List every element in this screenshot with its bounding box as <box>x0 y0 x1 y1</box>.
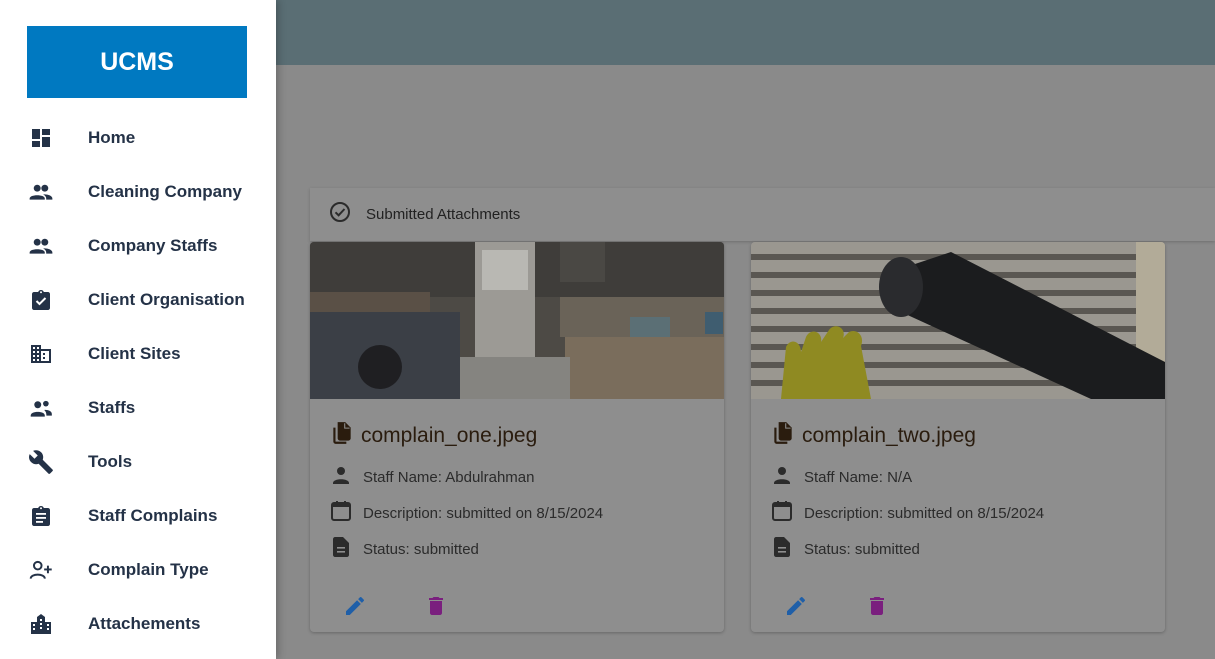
file-copy-icon <box>770 420 796 452</box>
dashboard-icon <box>28 125 54 151</box>
city-icon <box>28 611 54 637</box>
document-icon <box>329 535 353 563</box>
file-name: complain_two.jpeg <box>802 424 976 447</box>
staff-name-row: Staff Name: N/A <box>770 463 912 491</box>
card-actions <box>781 593 892 623</box>
person-icon <box>329 463 353 491</box>
delete-button[interactable] <box>862 593 892 623</box>
trash-icon <box>865 594 889 623</box>
person-icon <box>770 463 794 491</box>
sidebar-item-label: Staff Complains <box>88 506 218 525</box>
people-icon <box>28 179 54 205</box>
sidebar-item-staff-complains[interactable]: Staff Complains <box>0 489 276 543</box>
sidebar-item-home[interactable]: Home <box>0 111 276 165</box>
file-copy-icon <box>329 420 355 452</box>
sidebar-item-label: Tools <box>88 452 133 471</box>
kitchen-photo[interactable] <box>310 242 724 399</box>
card-actions <box>340 593 451 623</box>
clipboard-icon <box>28 503 54 529</box>
calendar-icon <box>770 499 794 527</box>
vent-cleaning-photo[interactable] <box>751 242 1165 399</box>
assignment-check-icon <box>28 287 54 313</box>
description-row: Description: submitted on 8/15/2024 <box>329 499 603 527</box>
status-row: Status: submitted <box>770 535 920 563</box>
sidebar-nav: Home Cleaning Company Company Staffs Cli… <box>0 111 276 651</box>
sidebar-item-client-organisation[interactable]: Client Organisation <box>0 273 276 327</box>
sidebar-item-label: Staffs <box>88 398 136 417</box>
attachment-card[interactable]: complain_one.jpeg Staff Name: Abdulrahma… <box>310 242 724 632</box>
sidebar-item-complain-type[interactable]: Complain Type <box>0 543 276 597</box>
sidebar-item-label: Client Sites <box>88 344 181 363</box>
sidebar-item-staffs[interactable]: Staffs <box>0 381 276 435</box>
sidebar-item-company-staffs[interactable]: Company Staffs <box>0 219 276 273</box>
trash-icon <box>424 594 448 623</box>
file-name: complain_one.jpeg <box>361 424 538 447</box>
staff-name-text: Staff Name: Abdulrahman <box>363 468 535 486</box>
wrench-icon <box>28 449 54 475</box>
document-icon <box>770 535 794 563</box>
card-title: complain_one.jpeg <box>329 420 537 452</box>
staff-name-text: Staff Name: N/A <box>804 468 913 486</box>
delete-button[interactable] <box>421 593 451 623</box>
sidebar-item-label: Complain Type <box>88 560 209 579</box>
status-text: Status: submitted <box>363 540 479 558</box>
section-title: Submitted Attachments <box>366 206 521 223</box>
sidebar-item-label: Home <box>88 128 136 147</box>
staff-name-row: Staff Name: Abdulrahman <box>329 463 535 491</box>
edit-button[interactable] <box>781 593 811 623</box>
sidebar-item-cleaning-company[interactable]: Cleaning Company <box>0 165 276 219</box>
status-text: Status: submitted <box>804 540 920 558</box>
group-icon <box>28 395 54 421</box>
sidebar-item-label: Company Staffs <box>88 236 218 255</box>
person-add-icon <box>28 557 54 583</box>
building-icon <box>28 341 54 367</box>
sidebar-item-attachements[interactable]: Attachements <box>0 597 276 651</box>
sidebar-item-label: Attachements <box>88 614 201 633</box>
edit-button[interactable] <box>340 593 370 623</box>
sidebar-item-label: Client Organisation <box>88 290 245 309</box>
pencil-icon <box>343 594 367 623</box>
navigation-drawer: UCMS Home Cleaning Company Company Staff… <box>0 0 276 659</box>
sidebar-item-client-sites[interactable]: Client Sites <box>0 327 276 381</box>
description-text: Description: submitted on 8/15/2024 <box>363 504 604 522</box>
sidebar-item-tools[interactable]: Tools <box>0 435 276 489</box>
app-logo[interactable]: UCMS <box>27 26 247 98</box>
sidebar-item-label: Cleaning Company <box>88 182 242 201</box>
description-text: Description: submitted on 8/15/2024 <box>804 504 1045 522</box>
check-circle-icon <box>328 200 352 229</box>
people-icon <box>28 233 54 259</box>
status-row: Status: submitted <box>329 535 479 563</box>
description-row: Description: submitted on 8/15/2024 <box>770 499 1044 527</box>
pencil-icon <box>784 594 808 623</box>
calendar-icon <box>329 499 353 527</box>
card-title: complain_two.jpeg <box>770 420 976 452</box>
submitted-attachments-header: Submitted Attachments <box>310 188 1215 241</box>
attachment-card[interactable]: complain_two.jpeg Staff Name: N/A Descri… <box>751 242 1165 632</box>
